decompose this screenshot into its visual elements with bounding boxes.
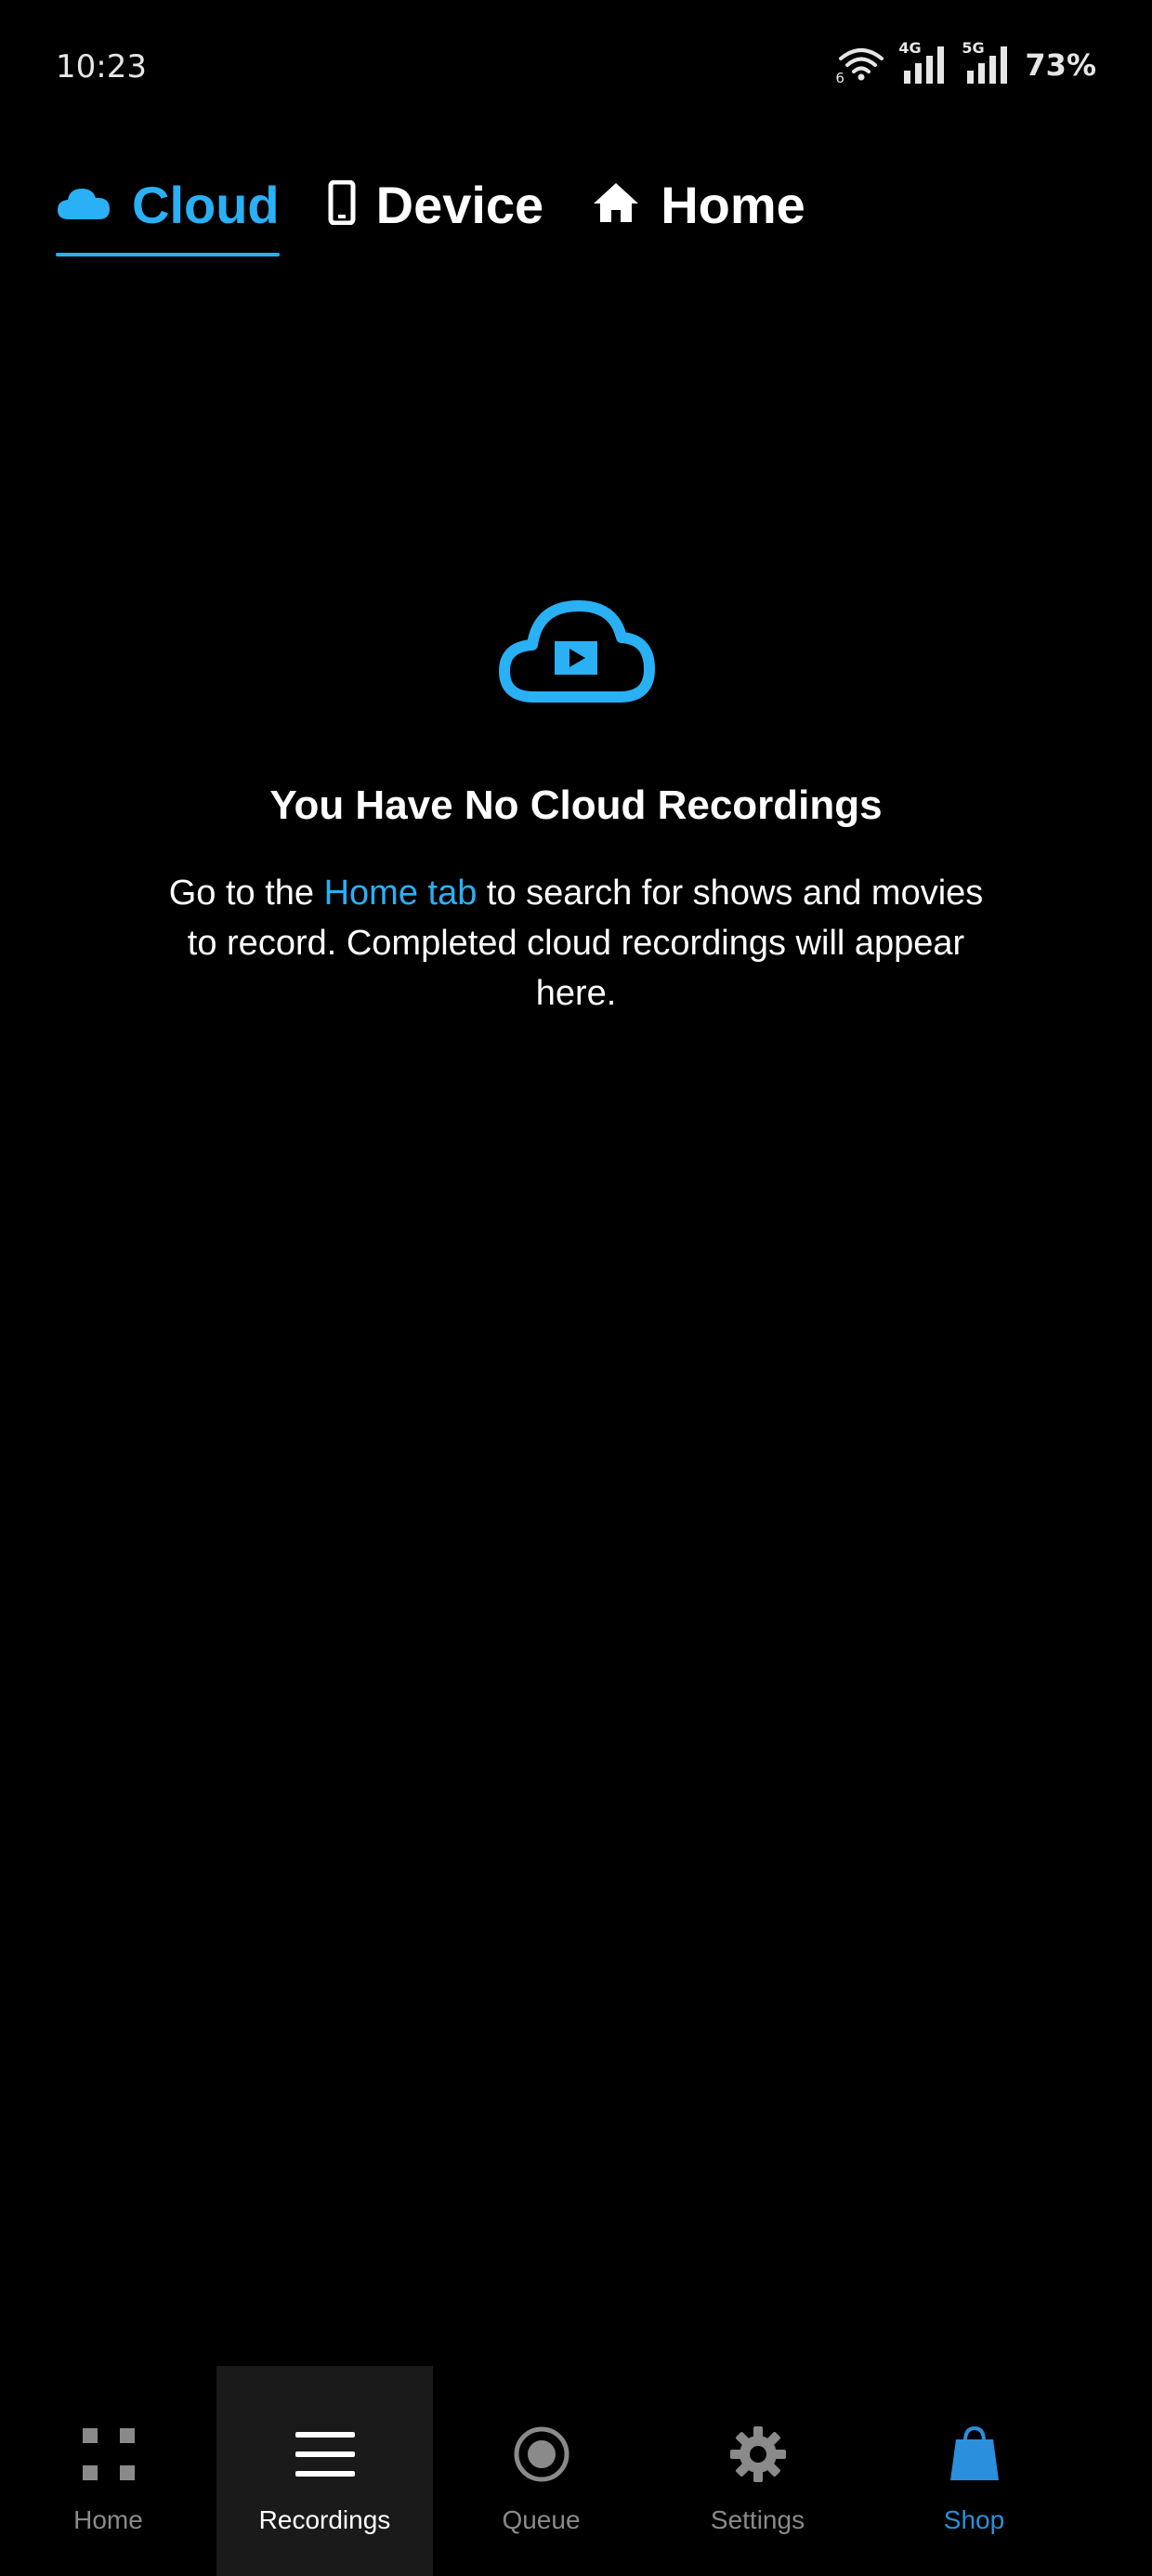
tab-cloud-label: Cloud (132, 175, 280, 234)
tab-home[interactable]: Home (592, 167, 805, 242)
empty-state: You Have No Cloud Recordings Go to the H… (0, 595, 1152, 1019)
nav-home-label: Home (73, 2505, 143, 2534)
cloud-play-icon (0, 595, 1152, 706)
nav-item-settings[interactable]: Settings (649, 2366, 866, 2576)
record-icon (512, 2422, 571, 2487)
wifi-badge: 6 (835, 70, 844, 86)
nav-item-queue[interactable]: Queue (433, 2366, 649, 2576)
nav-item-home[interactable]: Home (0, 2366, 216, 2576)
bottom-navigation: Home Recordings Queue Settings Shop (0, 2366, 1152, 2576)
home-tab-link[interactable]: Home tab (324, 874, 478, 913)
nav-recordings-label: Recordings (258, 2505, 391, 2534)
nav-shop-label: Shop (943, 2505, 1005, 2534)
empty-state-message: Go to the Home tab to search for shows a… (158, 868, 994, 1019)
status-time: 10:23 (56, 48, 147, 85)
tab-device[interactable]: Device (328, 167, 544, 242)
nav-item-shop[interactable]: Shop (866, 2366, 1082, 2576)
tab-device-label: Device (375, 175, 544, 234)
empty-state-title: You Have No Cloud Recordings (269, 782, 883, 828)
screen: 10:23 6 4G 5G 73% Cloud Device Home You … (0, 0, 1152, 2576)
status-bar: 10:23 6 4G 5G 73% (0, 0, 1152, 139)
cloud-icon (56, 184, 111, 226)
shopping-bag-icon (949, 2422, 1001, 2487)
nav-settings-label: Settings (710, 2505, 805, 2534)
menu-icon (295, 2422, 355, 2487)
recordings-source-tabs: Cloud Device Home (56, 167, 854, 260)
battery-level: 73% (1025, 47, 1096, 83)
tab-cloud[interactable]: Cloud (56, 167, 280, 256)
grid-icon (81, 2422, 137, 2487)
wifi-icon: 6 (835, 46, 885, 86)
gear-icon (728, 2422, 788, 2487)
house-icon (592, 181, 640, 229)
nav-item-recordings[interactable]: Recordings (216, 2366, 433, 2576)
nav-queue-label: Queue (502, 2505, 581, 2534)
message-text-before: Go to the (168, 874, 324, 913)
active-tab-indicator (56, 253, 280, 256)
tab-home-label: Home (661, 175, 805, 234)
phone-icon (328, 179, 356, 230)
signal-icon-1: 4G (898, 39, 949, 85)
status-icons: 6 4G 5G 73% (835, 39, 1096, 86)
signal-icon-2: 5G (962, 39, 1012, 85)
